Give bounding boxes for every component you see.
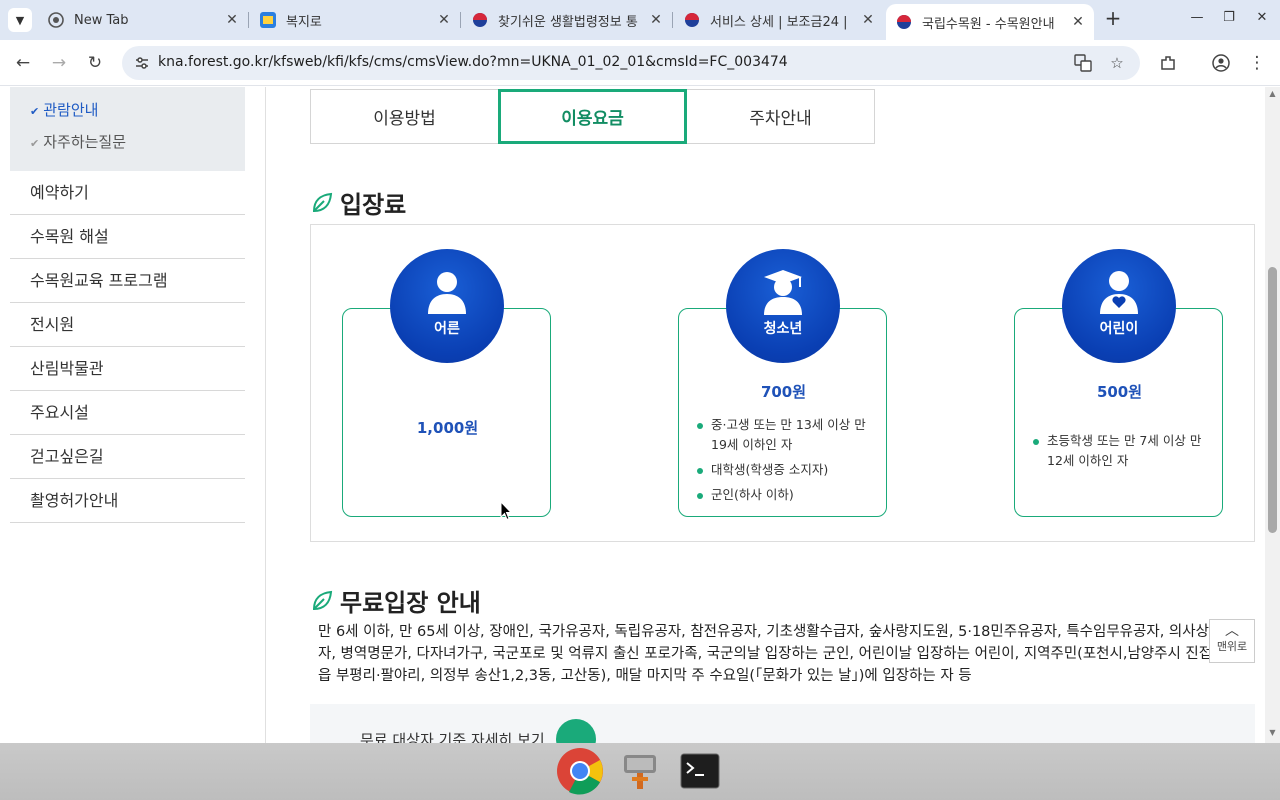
web-page: ✔ 관람안내 ✔ 자주하는질문 예약하기 수목원 해설 수목원교육 프로그램 전시원… [0, 87, 1280, 743]
price-adult: 1,000원 [416, 419, 479, 437]
close-icon[interactable]: ✕ [1070, 14, 1086, 30]
korea-gov-icon [472, 12, 488, 28]
leaf-icon [312, 192, 333, 212]
browser-toolbar: ← → ↻ kna.forest.go.kr/kfsweb/kfi/kfs/cm… [0, 40, 1280, 86]
files-taskbar-icon[interactable] [616, 747, 664, 795]
new-tab-button[interactable]: + [1102, 8, 1124, 30]
close-icon[interactable]: ✕ [860, 12, 876, 28]
menu-kebab-icon[interactable]: ⋮ [1246, 52, 1268, 74]
category-badge-child: 어린이 [1062, 249, 1176, 363]
chrome-taskbar-icon[interactable] [556, 747, 604, 795]
korea-gov-icon [896, 14, 912, 30]
close-icon[interactable]: ✕ [648, 12, 664, 28]
graduate-icon [764, 270, 802, 315]
list-item: 초등학생 또는 만 7세 이상 만 12세 이하인 자 [1031, 431, 1216, 471]
url-text[interactable]: kna.forest.go.kr/kfsweb/kfi/kfs/cms/cmsV… [158, 54, 788, 70]
tab-title: 찾기쉬운 생활법령정보 통 [498, 14, 638, 30]
check-icon: ✔ [30, 137, 40, 150]
close-icon[interactable]: ✕ [224, 12, 240, 28]
child-criteria-list: 초등학생 또는 만 7세 이상 만 12세 이하인 자 [1031, 431, 1216, 476]
free-entry-description: 만 6세 이하, 만 65세 이상, 장애인, 국가유공자, 독립유공자, 참전… [318, 624, 1213, 684]
list-item: 대학생(학생증 소지자) [695, 460, 880, 480]
browser-tab-4[interactable]: 서비스 상세 | 보조금24 | ✕ [684, 0, 876, 40]
child-heart-icon [1100, 271, 1138, 314]
scrollbar-thumb[interactable] [1268, 267, 1277, 533]
address-bar[interactable]: kna.forest.go.kr/kfsweb/kfi/kfs/cms/cmsV… [122, 46, 1140, 80]
restore-icon[interactable]: ❐ [1220, 10, 1238, 25]
sidebar-item-reservation[interactable]: 예약하기 [10, 171, 245, 215]
category-badge-adult: 어른 [390, 249, 504, 363]
price-child: 500원 [1096, 383, 1143, 401]
sidebar-item-filming[interactable]: 촬영허가안내 [10, 479, 245, 523]
korea-gov-icon [684, 12, 700, 28]
chevron-down-icon: ▼ [15, 13, 25, 27]
free-criteria-link[interactable]: 무료 대상자 기준 자세히 보기 [360, 729, 545, 743]
translate-icon[interactable] [1074, 54, 1092, 72]
sidebar-item-trails[interactable]: 걷고싶은길 [10, 435, 245, 479]
sidebar: ✔ 관람안내 ✔ 자주하는질문 예약하기 수목원 해설 수목원교육 프로그램 전시원… [10, 87, 245, 523]
back-icon[interactable]: ← [12, 52, 34, 74]
sidebar-item-facilities[interactable]: 주요시설 [10, 391, 245, 435]
tab-fees[interactable]: 이용요금 [498, 89, 687, 144]
content-tabs: 이용방법 이용요금 주차안내 [310, 89, 877, 144]
sidebar-item-education[interactable]: 수목원교육 프로그램 [10, 259, 245, 303]
sidebar-subgroup: ✔ 관람안내 ✔ 자주하는질문 [10, 87, 245, 171]
close-window-icon[interactable]: ✕ [1253, 10, 1271, 25]
sidebar-subitem-guide[interactable]: ✔ 관람안내 [30, 95, 245, 127]
tab-title: 복지로 [286, 14, 322, 30]
tab-strip: ▼ New Tab ✕ 복지로 ✕ 찾기쉬운 생활법령정보 통 ✕ 서비스 상세… [0, 0, 1280, 40]
list-item: 중·고생 또는 만 13세 이상 만 19세 이하인 자 [695, 415, 880, 455]
tab-title: 국립수목원 - 수목원안내 [922, 16, 1055, 32]
leaf-icon [312, 590, 333, 610]
terminal-taskbar-icon[interactable] [676, 747, 724, 795]
admission-fee-box: 1,000원 어른 700원 중·고생 또는 만 13세 이상 만 19세 이하… [310, 224, 1255, 542]
section-title-admission: 입장료 [310, 185, 406, 220]
browser-tab-1[interactable]: New Tab ✕ [48, 0, 240, 40]
chrome-icon [48, 12, 64, 28]
minimize-icon[interactable]: — [1188, 10, 1206, 25]
list-item: 군인(하사 이하) [695, 485, 880, 505]
person-icon [428, 272, 466, 314]
tab-parking[interactable]: 주차안내 [686, 89, 875, 144]
page-scrollbar[interactable]: ▲ ▼ [1265, 87, 1280, 743]
browser-tab-2[interactable]: 복지로 ✕ [260, 0, 452, 40]
sidebar-item-commentary[interactable]: 수목원 해설 [10, 215, 245, 259]
sidebar-subitem-faq[interactable]: ✔ 자주하는질문 [30, 127, 245, 159]
reload-icon[interactable]: ↻ [84, 52, 106, 74]
mouse-cursor-icon [500, 501, 512, 521]
scroll-down-arrow-icon[interactable]: ▼ [1265, 728, 1280, 737]
forward-icon[interactable]: → [48, 52, 70, 74]
profile-icon[interactable] [1210, 52, 1232, 74]
close-icon[interactable]: ✕ [436, 12, 452, 28]
browser-tab-5[interactable]: 국립수목원 - 수목원안내 ✕ [886, 4, 1094, 40]
scroll-to-top-button[interactable]: ︿ 맨위로 [1209, 619, 1255, 663]
chevron-up-icon: ︿ [1225, 623, 1239, 639]
tab-title: 서비스 상세 | 보조금24 | [710, 14, 848, 30]
section-title-free-entry: 무료입장 안내 [310, 583, 481, 618]
category-badge-youth: 청소년 [726, 249, 840, 363]
bokjiro-icon [260, 12, 276, 28]
site-info-icon[interactable] [134, 55, 150, 71]
check-icon: ✔ [30, 105, 40, 118]
taskbar [0, 743, 1280, 800]
browser-tab-3[interactable]: 찾기쉬운 생활법령정보 통 ✕ [472, 0, 664, 40]
sidebar-item-gardens[interactable]: 전시원 [10, 303, 245, 347]
price-youth: 700원 [760, 383, 807, 401]
tab-usage[interactable]: 이용방법 [310, 89, 499, 144]
extensions-icon[interactable] [1157, 52, 1179, 74]
scroll-up-arrow-icon[interactable]: ▲ [1265, 89, 1280, 98]
sidebar-item-museum[interactable]: 산림박물관 [10, 347, 245, 391]
youth-criteria-list: 중·고생 또는 만 13세 이상 만 19세 이하인 자 대학생(학생증 소지자… [695, 415, 880, 510]
tab-title: New Tab [74, 12, 129, 28]
tab-search-button[interactable]: ▼ [8, 8, 32, 32]
bookmark-star-icon[interactable]: ☆ [1108, 54, 1126, 72]
